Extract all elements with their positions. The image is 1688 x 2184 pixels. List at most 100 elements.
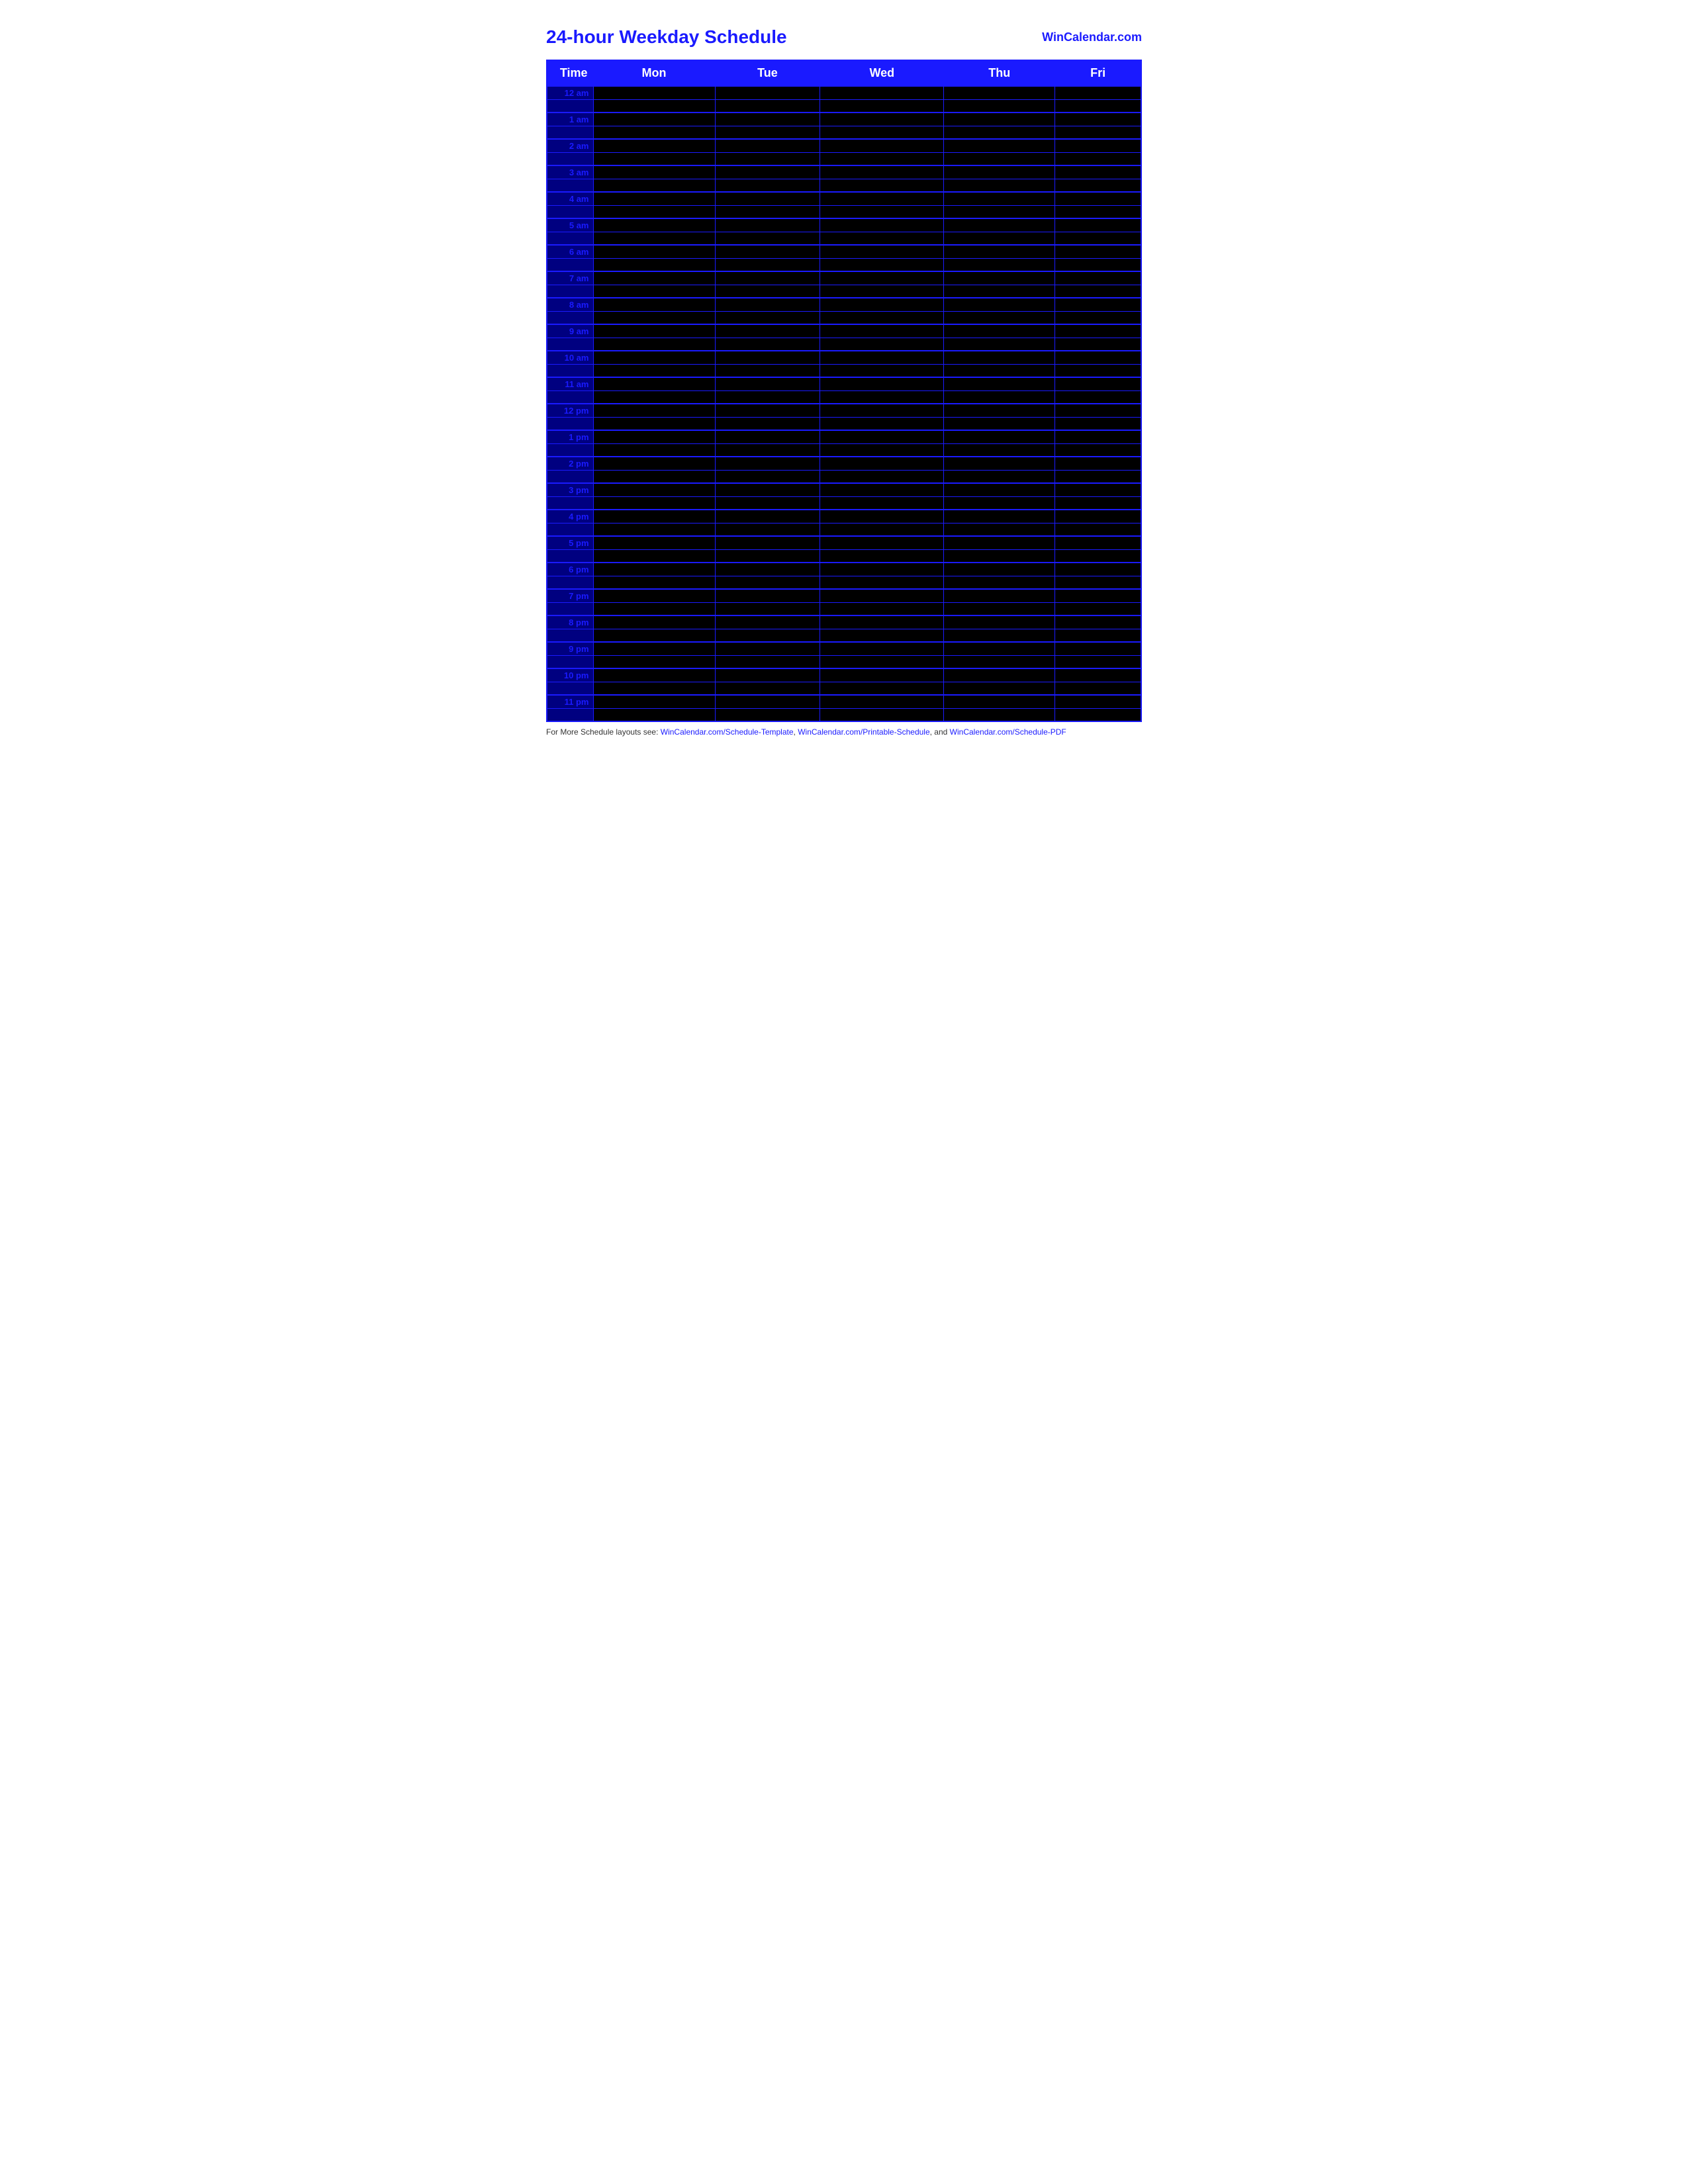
- schedule-cell[interactable]: [1055, 232, 1141, 245]
- schedule-cell[interactable]: [944, 708, 1055, 721]
- schedule-cell[interactable]: [944, 232, 1055, 245]
- schedule-cell[interactable]: [1055, 324, 1141, 338]
- schedule-cell[interactable]: [820, 695, 944, 708]
- schedule-cell[interactable]: [593, 563, 715, 576]
- schedule-cell[interactable]: [715, 549, 820, 563]
- schedule-cell[interactable]: [820, 642, 944, 655]
- schedule-cell[interactable]: [820, 285, 944, 298]
- schedule-cell[interactable]: [715, 139, 820, 152]
- schedule-cell[interactable]: [1055, 510, 1141, 523]
- schedule-cell[interactable]: [1055, 245, 1141, 258]
- schedule-cell[interactable]: [593, 285, 715, 298]
- footer-link-3[interactable]: WinCalendar.com/Schedule-PDF: [950, 727, 1066, 737]
- schedule-cell[interactable]: [593, 682, 715, 695]
- schedule-cell[interactable]: [715, 165, 820, 179]
- schedule-cell[interactable]: [944, 682, 1055, 695]
- schedule-cell[interactable]: [820, 258, 944, 271]
- schedule-cell[interactable]: [820, 470, 944, 483]
- schedule-cell[interactable]: [944, 668, 1055, 682]
- schedule-cell[interactable]: [944, 218, 1055, 232]
- schedule-cell[interactable]: [944, 390, 1055, 404]
- schedule-cell[interactable]: [715, 642, 820, 655]
- schedule-cell[interactable]: [715, 629, 820, 642]
- schedule-cell[interactable]: [820, 496, 944, 510]
- schedule-cell[interactable]: [593, 232, 715, 245]
- schedule-cell[interactable]: [715, 615, 820, 629]
- schedule-cell[interactable]: [593, 510, 715, 523]
- schedule-cell[interactable]: [593, 642, 715, 655]
- schedule-cell[interactable]: [944, 152, 1055, 165]
- schedule-cell[interactable]: [715, 655, 820, 668]
- schedule-cell[interactable]: [944, 695, 1055, 708]
- schedule-cell[interactable]: [593, 589, 715, 602]
- schedule-cell[interactable]: [820, 668, 944, 682]
- schedule-cell[interactable]: [593, 377, 715, 390]
- schedule-cell[interactable]: [1055, 457, 1141, 470]
- schedule-cell[interactable]: [715, 364, 820, 377]
- schedule-cell[interactable]: [1055, 655, 1141, 668]
- schedule-cell[interactable]: [593, 695, 715, 708]
- footer-link-1[interactable]: WinCalendar.com/Schedule-Template: [661, 727, 794, 737]
- schedule-cell[interactable]: [593, 311, 715, 324]
- schedule-cell[interactable]: [593, 245, 715, 258]
- schedule-cell[interactable]: [1055, 682, 1141, 695]
- site-link[interactable]: WinCalendar.com: [1042, 30, 1142, 44]
- schedule-cell[interactable]: [593, 324, 715, 338]
- schedule-cell[interactable]: [593, 364, 715, 377]
- schedule-cell[interactable]: [1055, 311, 1141, 324]
- schedule-cell[interactable]: [593, 708, 715, 721]
- schedule-cell[interactable]: [593, 271, 715, 285]
- schedule-cell[interactable]: [944, 523, 1055, 536]
- schedule-cell[interactable]: [1055, 708, 1141, 721]
- schedule-cell[interactable]: [820, 338, 944, 351]
- schedule-cell[interactable]: [715, 563, 820, 576]
- schedule-cell[interactable]: [820, 205, 944, 218]
- schedule-cell[interactable]: [944, 549, 1055, 563]
- schedule-cell[interactable]: [593, 179, 715, 192]
- schedule-cell[interactable]: [1055, 523, 1141, 536]
- schedule-cell[interactable]: [715, 298, 820, 311]
- schedule-cell[interactable]: [944, 139, 1055, 152]
- schedule-cell[interactable]: [820, 245, 944, 258]
- schedule-cell[interactable]: [1055, 563, 1141, 576]
- schedule-cell[interactable]: [715, 126, 820, 139]
- schedule-cell[interactable]: [944, 563, 1055, 576]
- schedule-cell[interactable]: [944, 496, 1055, 510]
- schedule-cell[interactable]: [820, 218, 944, 232]
- schedule-cell[interactable]: [944, 642, 1055, 655]
- schedule-cell[interactable]: [820, 86, 944, 99]
- schedule-cell[interactable]: [1055, 589, 1141, 602]
- schedule-cell[interactable]: [1055, 139, 1141, 152]
- schedule-cell[interactable]: [820, 390, 944, 404]
- schedule-cell[interactable]: [820, 165, 944, 179]
- schedule-cell[interactable]: [944, 99, 1055, 113]
- schedule-cell[interactable]: [593, 496, 715, 510]
- schedule-cell[interactable]: [944, 443, 1055, 457]
- schedule-cell[interactable]: [715, 510, 820, 523]
- schedule-cell[interactable]: [820, 113, 944, 126]
- schedule-cell[interactable]: [944, 298, 1055, 311]
- schedule-cell[interactable]: [1055, 390, 1141, 404]
- schedule-cell[interactable]: [715, 232, 820, 245]
- schedule-cell[interactable]: [820, 430, 944, 443]
- schedule-cell[interactable]: [593, 165, 715, 179]
- schedule-cell[interactable]: [593, 536, 715, 549]
- schedule-cell[interactable]: [944, 165, 1055, 179]
- schedule-cell[interactable]: [715, 390, 820, 404]
- schedule-cell[interactable]: [820, 510, 944, 523]
- schedule-cell[interactable]: [593, 668, 715, 682]
- schedule-cell[interactable]: [820, 549, 944, 563]
- schedule-cell[interactable]: [593, 126, 715, 139]
- schedule-cell[interactable]: [593, 338, 715, 351]
- schedule-cell[interactable]: [593, 430, 715, 443]
- schedule-cell[interactable]: [715, 695, 820, 708]
- schedule-cell[interactable]: [593, 218, 715, 232]
- schedule-cell[interactable]: [715, 179, 820, 192]
- schedule-cell[interactable]: [944, 126, 1055, 139]
- schedule-cell[interactable]: [820, 443, 944, 457]
- schedule-cell[interactable]: [1055, 258, 1141, 271]
- schedule-cell[interactable]: [1055, 668, 1141, 682]
- schedule-cell[interactable]: [1055, 113, 1141, 126]
- schedule-cell[interactable]: [715, 311, 820, 324]
- schedule-cell[interactable]: [1055, 86, 1141, 99]
